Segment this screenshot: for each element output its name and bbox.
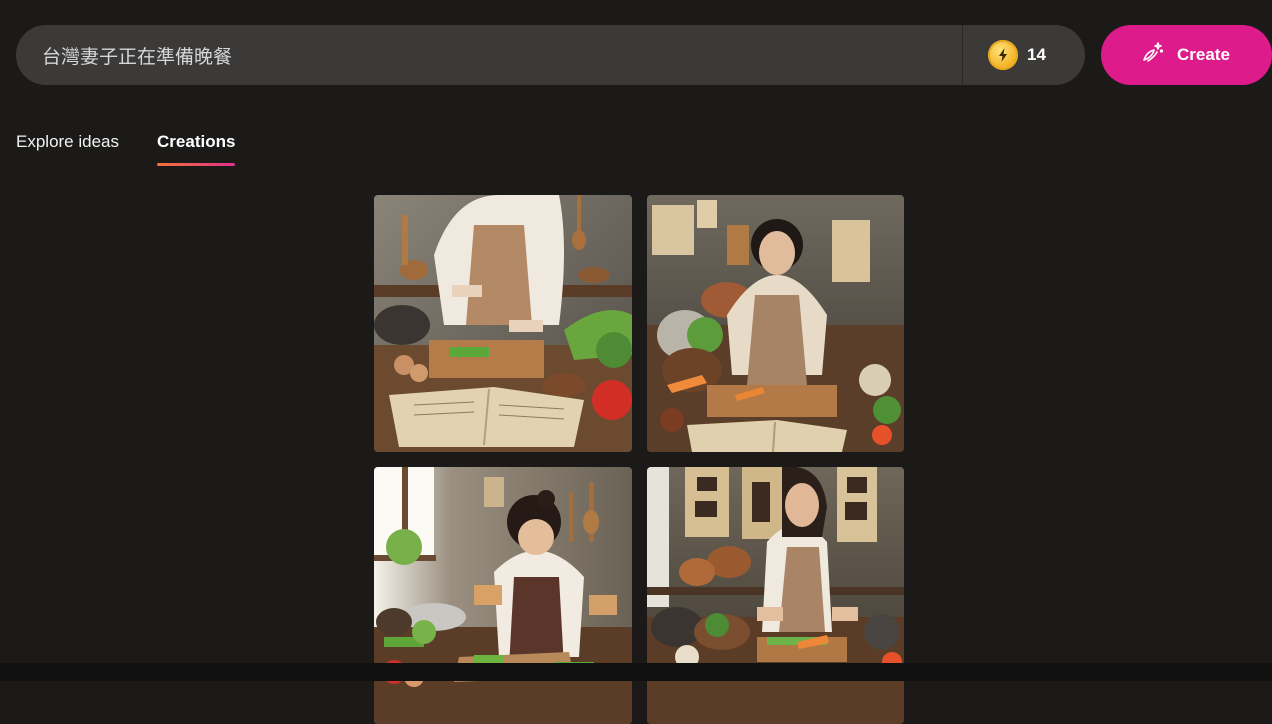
lightning-coin-icon [988, 40, 1018, 70]
magic-wand-icon [1139, 40, 1165, 71]
boost-count: 14 [1027, 45, 1046, 64]
tab-creations[interactable]: Creations [157, 132, 236, 166]
tab-bar: Explore ideas Creations [16, 132, 236, 166]
image-grid [374, 195, 904, 724]
tab-explore-ideas[interactable]: Explore ideas [16, 132, 119, 166]
prompt-input[interactable] [16, 24, 962, 86]
generated-image-4[interactable] [647, 467, 904, 724]
create-button[interactable]: Create [1101, 25, 1272, 85]
prompt-bar: 14 [16, 24, 1085, 86]
bottom-strip [0, 663, 1272, 681]
boost-counter[interactable]: 14 [963, 25, 1085, 85]
generated-image-2[interactable] [647, 195, 904, 452]
generated-image-3[interactable] [374, 467, 632, 724]
create-button-label: Create [1177, 45, 1230, 64]
generated-image-1[interactable] [374, 195, 632, 452]
